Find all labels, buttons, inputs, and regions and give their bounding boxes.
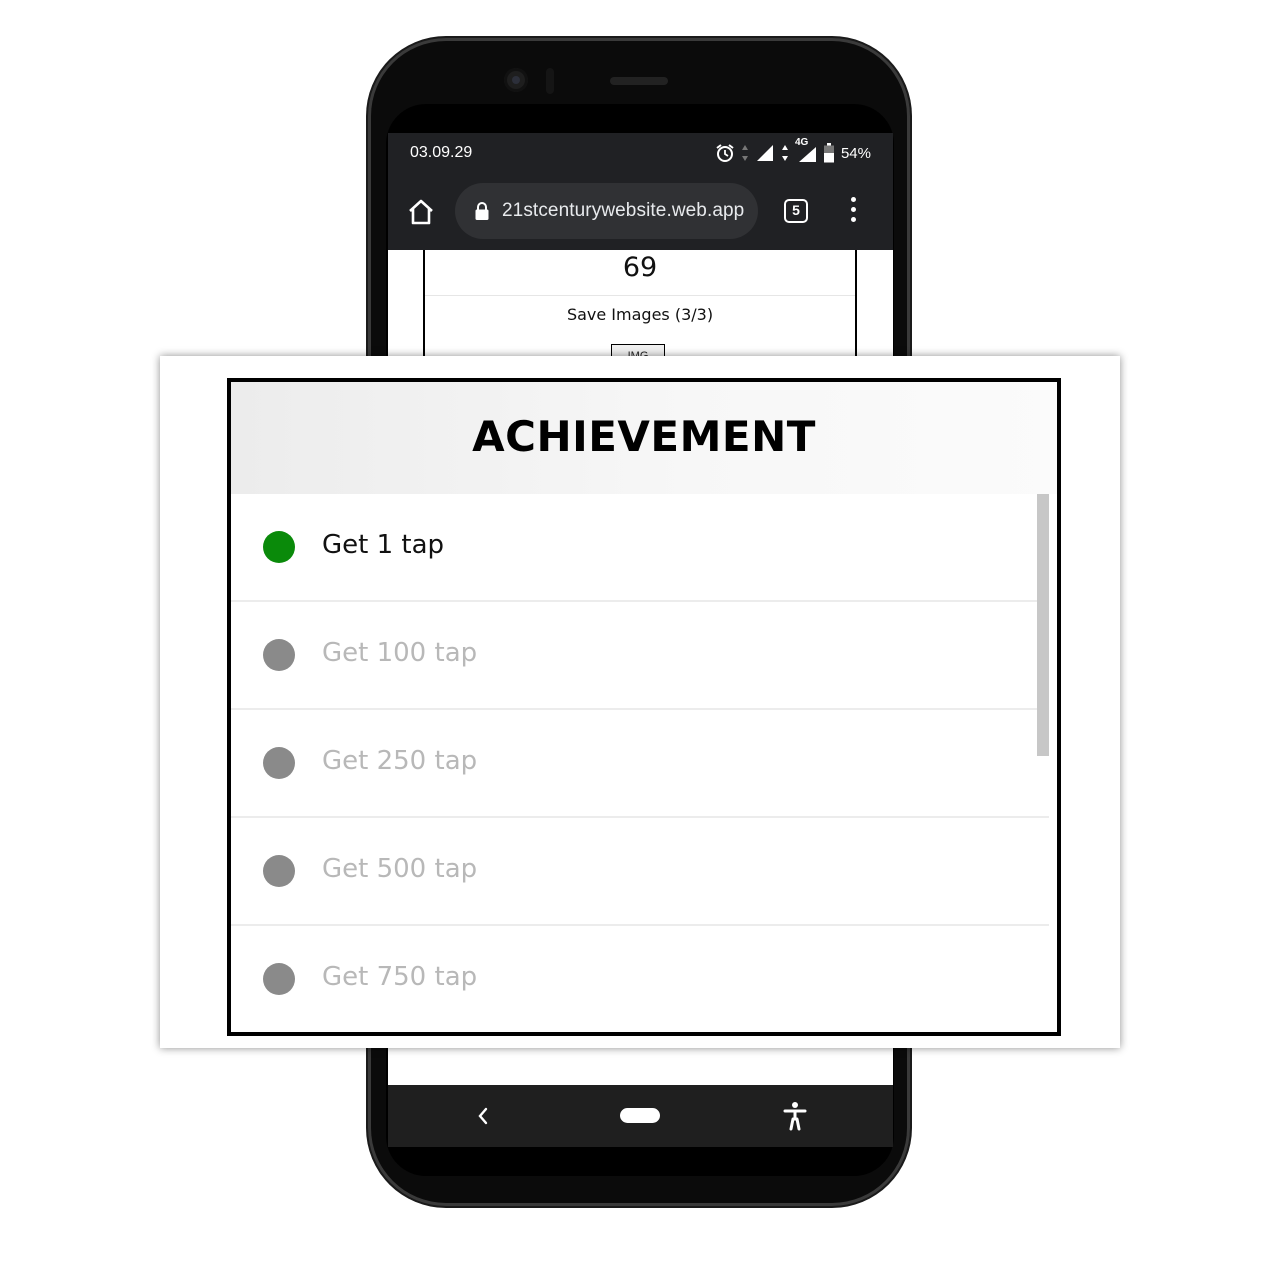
achievement-label: Get 1 tap xyxy=(322,530,445,560)
achievement-header: ACHIEVEMENT xyxy=(231,382,1057,494)
status-dot-icon xyxy=(263,747,295,779)
data-arrows-icon xyxy=(781,145,788,161)
system-nav-bar xyxy=(388,1085,893,1147)
data-arrows-icon xyxy=(741,145,748,161)
url-text: 21stcenturywebsite.web.app xyxy=(502,200,745,221)
back-icon[interactable] xyxy=(476,1106,490,1126)
zoom-callout: ACHIEVEMENT Get 1 tap Get 100 tap Get 25… xyxy=(160,356,1120,1048)
save-images-label: Save Images (3/3) xyxy=(566,305,714,324)
front-camera-icon xyxy=(504,68,528,92)
signal-icon xyxy=(756,145,773,161)
achievement-label: Get 500 tap xyxy=(322,854,478,884)
address-bar[interactable]: 21stcenturywebsite.web.app xyxy=(455,183,758,239)
canvas: 03.09.29 4G 54% 21stcenturywebsite.web.a… xyxy=(0,0,1280,1280)
browser-toolbar: 21stcenturywebsite.web.app 5 xyxy=(388,175,893,250)
achievement-item: Get 1 tap xyxy=(231,494,1049,602)
proximity-sensor xyxy=(546,68,554,94)
achievement-item: Get 100 tap xyxy=(231,602,1049,710)
achievement-label: Get 250 tap xyxy=(322,746,478,776)
game-frame: 69 Save Images (3/3) IMG xyxy=(423,250,857,366)
divider xyxy=(425,295,855,296)
signal-4g-icon: 4G xyxy=(795,137,817,163)
battery-icon xyxy=(823,143,834,163)
status-icons: 4G 54% xyxy=(715,137,871,164)
achievement-item: Get 250 tap xyxy=(231,710,1049,818)
tab-switcher-icon[interactable]: 5 xyxy=(784,199,808,223)
alarm-icon xyxy=(716,144,734,162)
achievement-panel: ACHIEVEMENT Get 1 tap Get 100 tap Get 25… xyxy=(227,378,1061,1036)
achievement-label: Get 750 tap xyxy=(322,962,478,992)
achievement-item: Get 500 tap xyxy=(231,818,1049,926)
status-dot-icon xyxy=(263,531,295,563)
achievement-title: ACHIEVEMENT xyxy=(472,412,816,461)
status-dot-icon xyxy=(263,639,295,671)
status-dot-icon xyxy=(263,963,295,995)
achievement-scrollbar[interactable] xyxy=(1037,494,1049,756)
achievement-list[interactable]: Get 1 tap Get 100 tap Get 250 tap Get 50… xyxy=(231,494,1049,1032)
battery-percent: 54% xyxy=(840,144,871,162)
status-bar: 03.09.29 4G 54% xyxy=(388,133,893,175)
achievement-item: Get 750 tap xyxy=(231,926,1049,1032)
more-vert-icon[interactable] xyxy=(846,197,860,227)
home-icon[interactable] xyxy=(406,197,436,227)
earpiece-speaker xyxy=(610,77,668,85)
home-pill-icon[interactable] xyxy=(620,1108,660,1123)
tap-score: 69 xyxy=(622,252,658,283)
achievement-label: Get 100 tap xyxy=(322,638,478,668)
accessibility-icon[interactable] xyxy=(782,1101,808,1131)
status-time: 03.09.29 xyxy=(410,144,473,161)
lock-icon xyxy=(475,202,489,220)
status-dot-icon xyxy=(263,855,295,887)
